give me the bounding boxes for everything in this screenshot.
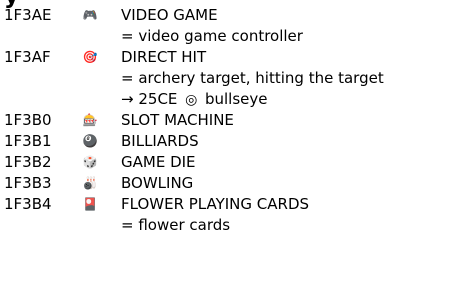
code-point: 1F3AE bbox=[4, 6, 52, 24]
character-name: GAME DIE bbox=[121, 153, 196, 171]
cross-reference: → 25CE ◎ bullseye bbox=[121, 89, 267, 111]
entry-1f3b4-note: = flower cards bbox=[0, 215, 454, 236]
character-name: SLOT MACHINE bbox=[121, 111, 234, 129]
character-name: BILLIARDS bbox=[121, 132, 199, 150]
code-point: 1F3B0 bbox=[4, 111, 52, 129]
character-name: BOWLING bbox=[121, 174, 194, 192]
entry-1f3af: 1F3AF 🎯 DIRECT HIT bbox=[0, 47, 454, 68]
entry-1f3ae-note: = video game controller bbox=[0, 26, 454, 47]
entry-1f3b2: 1F3B2 🎲 GAME DIE bbox=[0, 152, 454, 173]
xref-code: 25CE bbox=[138, 90, 178, 108]
code-point: 1F3AF bbox=[4, 48, 51, 66]
entry-1f3ae: 1F3AE 🎮 VIDEO GAME bbox=[0, 5, 454, 26]
game-die-icon: 🎲 bbox=[82, 155, 98, 169]
character-name: VIDEO GAME bbox=[121, 6, 218, 24]
character-name: DIRECT HIT bbox=[121, 48, 207, 66]
direct-hit-target-icon: 🎯 bbox=[82, 50, 98, 64]
entry-1f3b1: 1F3B1 🎱 BILLIARDS bbox=[0, 131, 454, 152]
alias-note: = flower cards bbox=[121, 216, 231, 234]
video-game-controller-icon: 🎮 bbox=[82, 8, 98, 22]
billiards-icon: 🎱 bbox=[82, 134, 98, 148]
code-point: 1F3B4 bbox=[4, 195, 52, 213]
code-chart-page: y 1F3AE 🎮 VIDEO GAME = video game contro… bbox=[0, 0, 454, 305]
code-point: 1F3B1 bbox=[4, 132, 52, 150]
alias-note: = archery target, hitting the target bbox=[121, 69, 384, 87]
entry-1f3af-note: = archery target, hitting the target bbox=[0, 68, 454, 89]
code-point: 1F3B3 bbox=[4, 174, 52, 192]
entry-1f3b0: 1F3B0 🎰 SLOT MACHINE bbox=[0, 110, 454, 131]
character-name: FLOWER PLAYING CARDS bbox=[121, 195, 310, 213]
entry-1f3b3: 1F3B3 🎳 BOWLING bbox=[0, 173, 454, 194]
bullseye-icon: ◎ bbox=[185, 92, 198, 108]
xref-arrow: → bbox=[121, 90, 134, 108]
entry-1f3af-xref: → 25CE ◎ bullseye bbox=[0, 89, 454, 110]
entry-1f3b4: 1F3B4 🎴 FLOWER PLAYING CARDS bbox=[0, 194, 454, 215]
xref-name: bullseye bbox=[204, 90, 268, 108]
code-point: 1F3B2 bbox=[4, 153, 52, 171]
alias-note: = video game controller bbox=[121, 27, 303, 45]
slot-machine-icon: 🎰 bbox=[82, 113, 98, 127]
flower-playing-cards-icon: 🎴 bbox=[82, 197, 98, 211]
bowling-icon: 🎳 bbox=[82, 176, 98, 190]
